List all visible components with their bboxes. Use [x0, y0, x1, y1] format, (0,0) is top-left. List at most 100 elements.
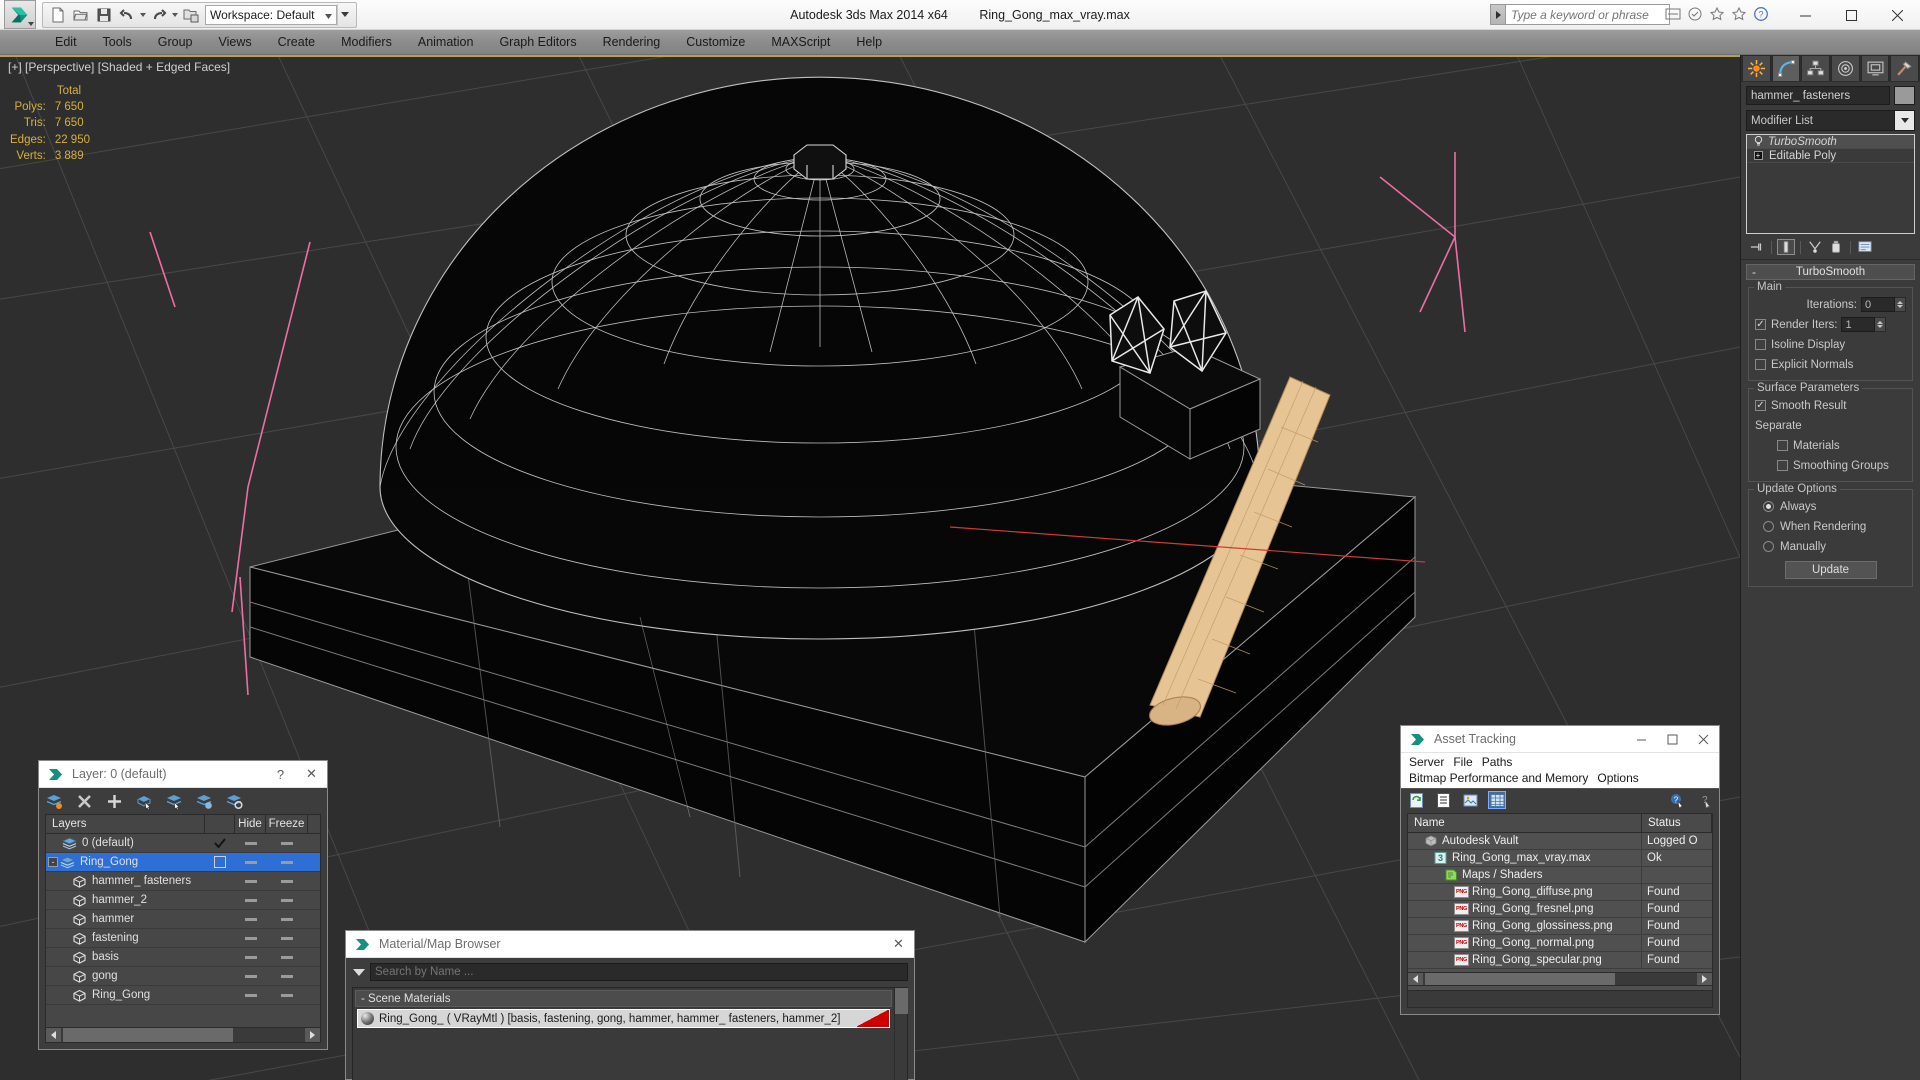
- layer-freeze-toggle[interactable]: [266, 879, 308, 883]
- layer-child-row-hammer-fasteners[interactable]: hammer_ fasteners: [46, 872, 320, 891]
- menu-item-customize[interactable]: Customize: [673, 30, 758, 55]
- asset-tracking-titlebar[interactable]: Asset Tracking: [1401, 726, 1719, 753]
- close-button[interactable]: [1874, 0, 1920, 30]
- menu-item-animation[interactable]: Animation: [405, 30, 487, 55]
- set-project-folder-button[interactable]: [179, 4, 202, 26]
- make-unique-icon[interactable]: [1806, 239, 1824, 255]
- layer-child-row-hammer-2[interactable]: hammer_2: [46, 891, 320, 910]
- render-iters-checkbox[interactable]: [1755, 319, 1766, 330]
- asset-list[interactable]: Name Status Autodesk Vault Logged O 3 Ri…: [1407, 813, 1713, 997]
- layer-hide-toggle[interactable]: [235, 879, 266, 883]
- redo-dropdown-caret[interactable]: [170, 4, 179, 26]
- qat-overflow-button[interactable]: [336, 3, 353, 26]
- help-question-icon[interactable]: ?: [1752, 5, 1770, 23]
- filter-funnel-icon[interactable]: [352, 965, 366, 979]
- bitmap-view-icon[interactable]: [1461, 791, 1479, 809]
- scroll-left-arrow-icon[interactable]: [46, 1028, 61, 1042]
- object-color-swatch[interactable]: [1894, 86, 1915, 105]
- layer-hide-toggle[interactable]: [235, 936, 266, 940]
- add-to-layer-icon[interactable]: [105, 792, 123, 810]
- asset-menu-options[interactable]: Options: [1597, 770, 1647, 786]
- layer-hide-toggle[interactable]: [235, 917, 266, 921]
- delete-layer-icon[interactable]: [75, 792, 93, 810]
- materials-checkbox[interactable]: [1777, 440, 1788, 451]
- stack-item-turbosmooth[interactable]: TurboSmooth: [1747, 135, 1914, 149]
- lightbulb-icon[interactable]: [1750, 136, 1766, 147]
- asset-menu-bitmap-performance[interactable]: Bitmap Performance and Memory: [1409, 770, 1597, 786]
- material-scroll-thumb[interactable]: [895, 988, 908, 1014]
- tab-display[interactable]: [1860, 55, 1890, 81]
- scroll-left-arrow-icon[interactable]: [1408, 973, 1423, 985]
- iterations-spinner[interactable]: [1895, 297, 1906, 312]
- communication-center-icon[interactable]: [1686, 5, 1704, 23]
- material-browser-close-button[interactable]: ✕: [883, 931, 914, 958]
- layer-freeze-toggle[interactable]: [266, 993, 308, 997]
- manually-radio[interactable]: [1763, 541, 1774, 552]
- layer-properties-icon[interactable]: [225, 792, 243, 810]
- undo-button[interactable]: [115, 4, 138, 26]
- layer-hide-toggle[interactable]: [235, 841, 266, 845]
- layer-window-titlebar[interactable]: Layer: 0 (default) ? ✕: [39, 761, 327, 788]
- layer-row-0-default[interactable]: 0 (default): [46, 834, 320, 853]
- layer-freeze-toggle[interactable]: [266, 974, 308, 978]
- tab-hierarchy[interactable]: [1801, 55, 1831, 81]
- layer-freeze-toggle[interactable]: [266, 898, 308, 902]
- layer-hide-toggle[interactable]: [235, 860, 266, 864]
- scroll-right-arrow-icon[interactable]: [305, 1028, 320, 1042]
- menu-item-tools[interactable]: Tools: [90, 30, 145, 55]
- layer-scroll-thumb[interactable]: [63, 1028, 233, 1042]
- asset-row-glossiness-png[interactable]: PNG Ring_Gong_glossiness.png Found: [1408, 917, 1712, 935]
- material-list[interactable]: - Scene Materials Ring_Gong_ ( VRayMtl )…: [353, 988, 894, 1080]
- isoline-display-checkbox[interactable]: [1755, 339, 1766, 350]
- minimize-button[interactable]: [1782, 0, 1828, 30]
- material-browser-titlebar[interactable]: Material/Map Browser ✕: [346, 931, 914, 958]
- expand-plus-icon[interactable]: +: [1750, 151, 1766, 160]
- render-iters-spinner[interactable]: [1875, 317, 1887, 332]
- list-view-icon[interactable]: [1434, 791, 1452, 809]
- viewport-label[interactable]: [+] [Perspective] [Shaded + Edged Faces]: [8, 60, 230, 74]
- select-highlighted-objects-icon[interactable]: [195, 792, 213, 810]
- maximize-button[interactable]: [1828, 0, 1874, 30]
- asset-row-specular-png[interactable]: PNG Ring_Gong_specular.png Found: [1408, 951, 1712, 969]
- object-name-field[interactable]: hammer_ fasteners: [1746, 86, 1890, 105]
- logo-dropdown-caret[interactable]: [28, 22, 34, 26]
- save-file-button[interactable]: [92, 4, 115, 26]
- layer-freeze-toggle[interactable]: [266, 955, 308, 959]
- layer-close-button[interactable]: ✕: [296, 761, 327, 788]
- workspace-selector[interactable]: Workspace: Default: [205, 4, 337, 25]
- layer-current-check-icon[interactable]: [205, 838, 235, 848]
- context-help-icon[interactable]: ?: [1695, 791, 1713, 809]
- layer-current-empty-box[interactable]: [205, 856, 235, 868]
- always-radio[interactable]: [1763, 501, 1774, 512]
- refresh-assets-icon[interactable]: [1407, 791, 1425, 809]
- search-expand-icon[interactable]: [1490, 4, 1506, 25]
- tab-modify[interactable]: [1771, 55, 1801, 81]
- layer-freeze-toggle[interactable]: [266, 860, 308, 864]
- menu-item-group[interactable]: Group: [145, 30, 206, 55]
- asset-menu-file[interactable]: File: [1453, 754, 1481, 770]
- layer-freeze-toggle[interactable]: [266, 917, 308, 921]
- layer-freeze-toggle[interactable]: [266, 936, 308, 940]
- chevron-down-icon[interactable]: [1894, 111, 1914, 130]
- tab-motion[interactable]: [1831, 55, 1860, 81]
- scene-materials-group-header[interactable]: - Scene Materials: [355, 990, 892, 1007]
- asset-row-max-file[interactable]: 3 Ring_Gong_max_vray.max Ok: [1408, 849, 1712, 867]
- asset-menu-paths[interactable]: Paths: [1482, 754, 1522, 770]
- layer-child-row-fastening[interactable]: fastening: [46, 929, 320, 948]
- autodesk-360-icon[interactable]: [1664, 5, 1682, 23]
- layer-expander-icon[interactable]: -: [48, 857, 58, 867]
- app-logo-button[interactable]: [4, 0, 36, 29]
- tab-create[interactable]: [1742, 55, 1771, 81]
- asset-scroll-thumb[interactable]: [1425, 973, 1615, 985]
- layer-child-row-hammer[interactable]: hammer: [46, 910, 320, 929]
- favorites-star-icon[interactable]: [1730, 5, 1748, 23]
- asset-minimize-button[interactable]: [1626, 726, 1657, 753]
- undo-dropdown-caret[interactable]: [138, 4, 147, 26]
- update-button[interactable]: Update: [1784, 561, 1877, 579]
- configure-modifier-sets-icon[interactable]: [1856, 239, 1874, 255]
- asset-row-fresnel-png[interactable]: PNG Ring_Gong_fresnel.png Found: [1408, 900, 1712, 918]
- material-search-input[interactable]: [370, 963, 908, 981]
- help-pointer-icon[interactable]: ?: [1668, 791, 1686, 809]
- set-current-layer-icon[interactable]: [165, 792, 183, 810]
- layer-hide-toggle[interactable]: [235, 955, 266, 959]
